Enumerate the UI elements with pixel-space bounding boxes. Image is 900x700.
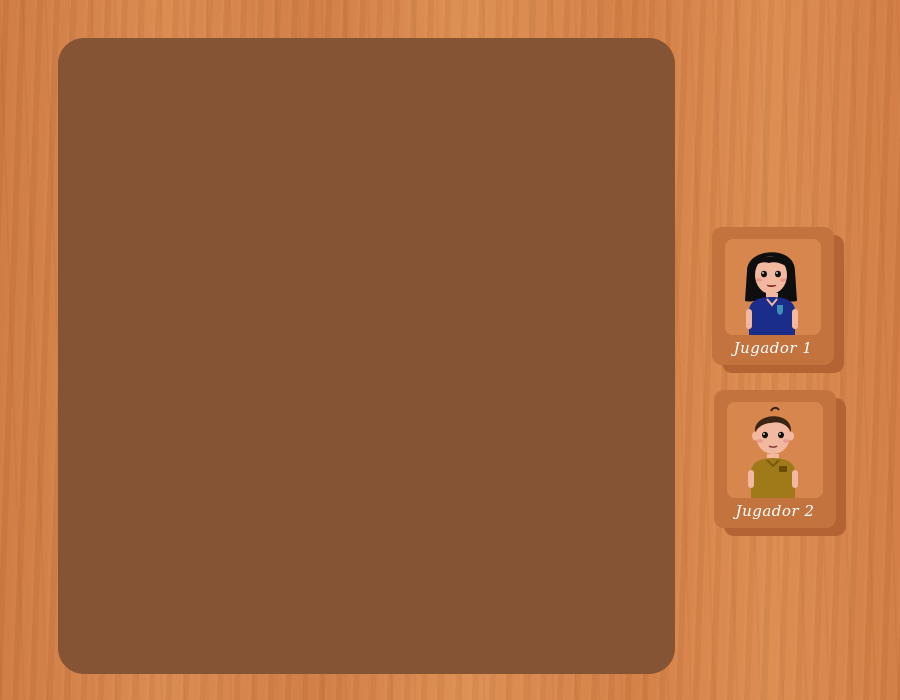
girl-avatar-icon [745, 252, 798, 335]
boy-avatar-icon [748, 406, 798, 498]
player-label: Jugador 1 [733, 339, 813, 357]
game-board[interactable] [58, 38, 675, 674]
player-avatar [725, 239, 821, 335]
player-label: Jugador 2 [735, 502, 815, 520]
player-card-face: Jugador 1 [712, 227, 834, 365]
player-card-2[interactable]: Jugador 2 [714, 390, 846, 536]
player-card-face: Jugador 2 [714, 390, 836, 528]
player-card-1[interactable]: Jugador 1 [712, 227, 844, 373]
player-avatar [727, 402, 823, 498]
